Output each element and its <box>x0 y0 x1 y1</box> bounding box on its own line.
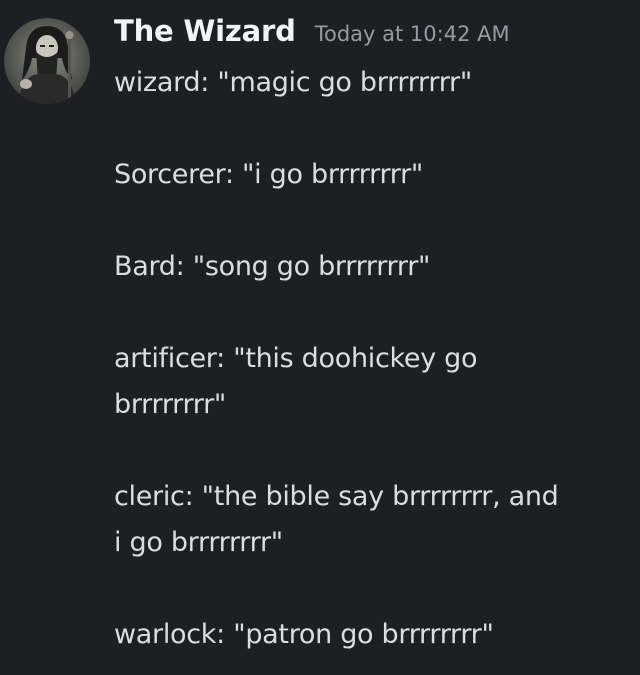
message-header: The Wizard Today at 10:42 AM <box>114 14 510 48</box>
message-content: wizard: "magic go brrrrrrrr" Sorcerer: "… <box>114 60 634 658</box>
message-line: Sorcerer: "i go brrrrrrrr" <box>114 159 424 190</box>
message-line: warlock: "patron go brrrrrrrr" <box>114 619 494 650</box>
message-line: cleric: "the bible say brrrrrrrr, and <box>114 481 559 512</box>
message-line: i go brrrrrrrr" <box>114 527 283 558</box>
message-line: brrrrrrrr" <box>114 389 227 420</box>
user-avatar[interactable] <box>4 18 90 104</box>
chat-message: The Wizard Today at 10:42 AM wizard: "ma… <box>0 0 640 675</box>
wizard-avatar-icon <box>4 18 90 104</box>
message-line: artificer: "this doohickey go <box>114 343 478 374</box>
author-name[interactable]: The Wizard <box>114 14 296 48</box>
message-line: wizard: "magic go brrrrrrrr" <box>114 67 472 98</box>
message-timestamp: Today at 10:42 AM <box>314 22 510 46</box>
message-line: Bard: "song go brrrrrrrr" <box>114 251 431 282</box>
